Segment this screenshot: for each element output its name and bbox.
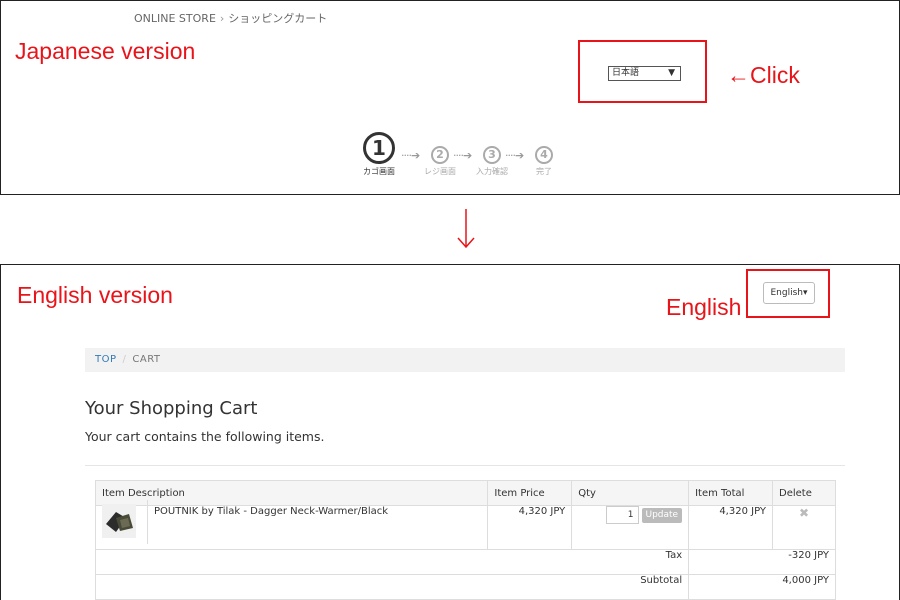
page-title: Your Shopping Cart [85, 398, 258, 419]
column-header: Item Price [487, 480, 573, 506]
qty-cell: 1 Update [571, 505, 690, 550]
table-row: POUTNIK by Tilak - Dagger Neck-Warmer/Bl… [94, 500, 836, 550]
breadcrumb-store-link[interactable]: ONLINE STORE [134, 12, 216, 25]
subtotal-value: 4,000 JPY [688, 574, 836, 600]
breadcrumb-current: ショッピングカート [228, 12, 328, 25]
column-header: Item Total [688, 480, 773, 506]
breadcrumb: TOP / CART [85, 348, 845, 372]
update-button[interactable]: Update [641, 507, 683, 523]
step-complete: 4 完了 [525, 132, 563, 177]
step-connector-arrow: ····➔ [505, 149, 524, 162]
step-label: カゴ画面 [363, 167, 395, 176]
divider [85, 465, 845, 466]
tax-row: Tax -320 JPY [94, 549, 836, 575]
cart-table: Item Description Item Price Qty Item Tot… [94, 480, 836, 600]
delete-cell: ✖ [772, 505, 836, 550]
item-price: 4,320 JPY [487, 505, 573, 550]
japanese-page-panel: ONLINE STORE › ショッピングカート Japanese version … [0, 0, 900, 195]
step-number: 4 [535, 146, 553, 164]
annotation-english-version: English version [17, 282, 173, 308]
annotation-click: ←Click [727, 62, 800, 88]
product-thumbnail-icon[interactable] [102, 504, 136, 538]
tax-value: -320 JPY [688, 549, 836, 575]
subtotal-row: Subtotal 4,000 JPY [94, 574, 836, 600]
down-arrow-icon [457, 209, 475, 249]
column-header: Item Description [94, 480, 489, 506]
subtotal-label: Subtotal [94, 574, 690, 600]
step-connector-arrow: ····➔ [401, 149, 420, 162]
breadcrumb-separator: › [219, 12, 225, 25]
step-label: 完了 [536, 167, 552, 176]
item-total: 4,320 JPY [688, 505, 773, 550]
table-header-row: Item Description Item Price Qty Item Tot… [94, 480, 836, 506]
step-number: 1 [363, 132, 395, 164]
step-cart: 1 カゴ画面 [361, 132, 397, 177]
breadcrumb-current: CART [132, 354, 161, 365]
step-connector-arrow: ····➔ [453, 149, 472, 162]
column-header: Delete [772, 480, 836, 506]
item-description-cell: POUTNIK by Tilak - Dagger Neck-Warmer/Bl… [94, 500, 489, 550]
breadcrumb-separator: / [122, 354, 127, 365]
annotation-english: English [666, 294, 742, 320]
language-dropdown-label: English [770, 288, 803, 298]
breadcrumb: ONLINE STORE › ショッピングカート [134, 10, 327, 26]
item-description-link[interactable]: POUTNIK by Tilak - Dagger Neck-Warmer/Bl… [148, 506, 388, 544]
step-label: 入力確認 [476, 167, 508, 176]
breadcrumb-top-link[interactable]: TOP [95, 354, 117, 365]
delete-icon[interactable]: ✖ [799, 506, 809, 520]
caret-down-icon: ▾ [802, 288, 808, 298]
tax-label: Tax [94, 549, 690, 575]
step-number: 3 [483, 146, 501, 164]
chevron-down-icon: ▼ [668, 68, 675, 78]
annotation-japanese-version: Japanese version [15, 38, 196, 64]
checkout-steps: 1 カゴ画面 ····➔ 2 レジ画面 ····➔ 3 入力確認 ····➔ 4… [357, 132, 567, 182]
language-dropdown-button[interactable]: English▾ [763, 282, 815, 304]
step-label: レジ画面 [424, 167, 456, 176]
page-subtitle: Your cart contains the following items. [85, 429, 325, 444]
language-select[interactable]: 日本語 ▼ [608, 66, 681, 81]
language-select-value: 日本語 [612, 68, 640, 78]
column-header: Qty [571, 480, 690, 506]
step-number: 2 [431, 146, 449, 164]
english-page-panel: English version English English▾ TOP / CAR… [0, 264, 900, 600]
quantity-input[interactable]: 1 [605, 506, 639, 524]
